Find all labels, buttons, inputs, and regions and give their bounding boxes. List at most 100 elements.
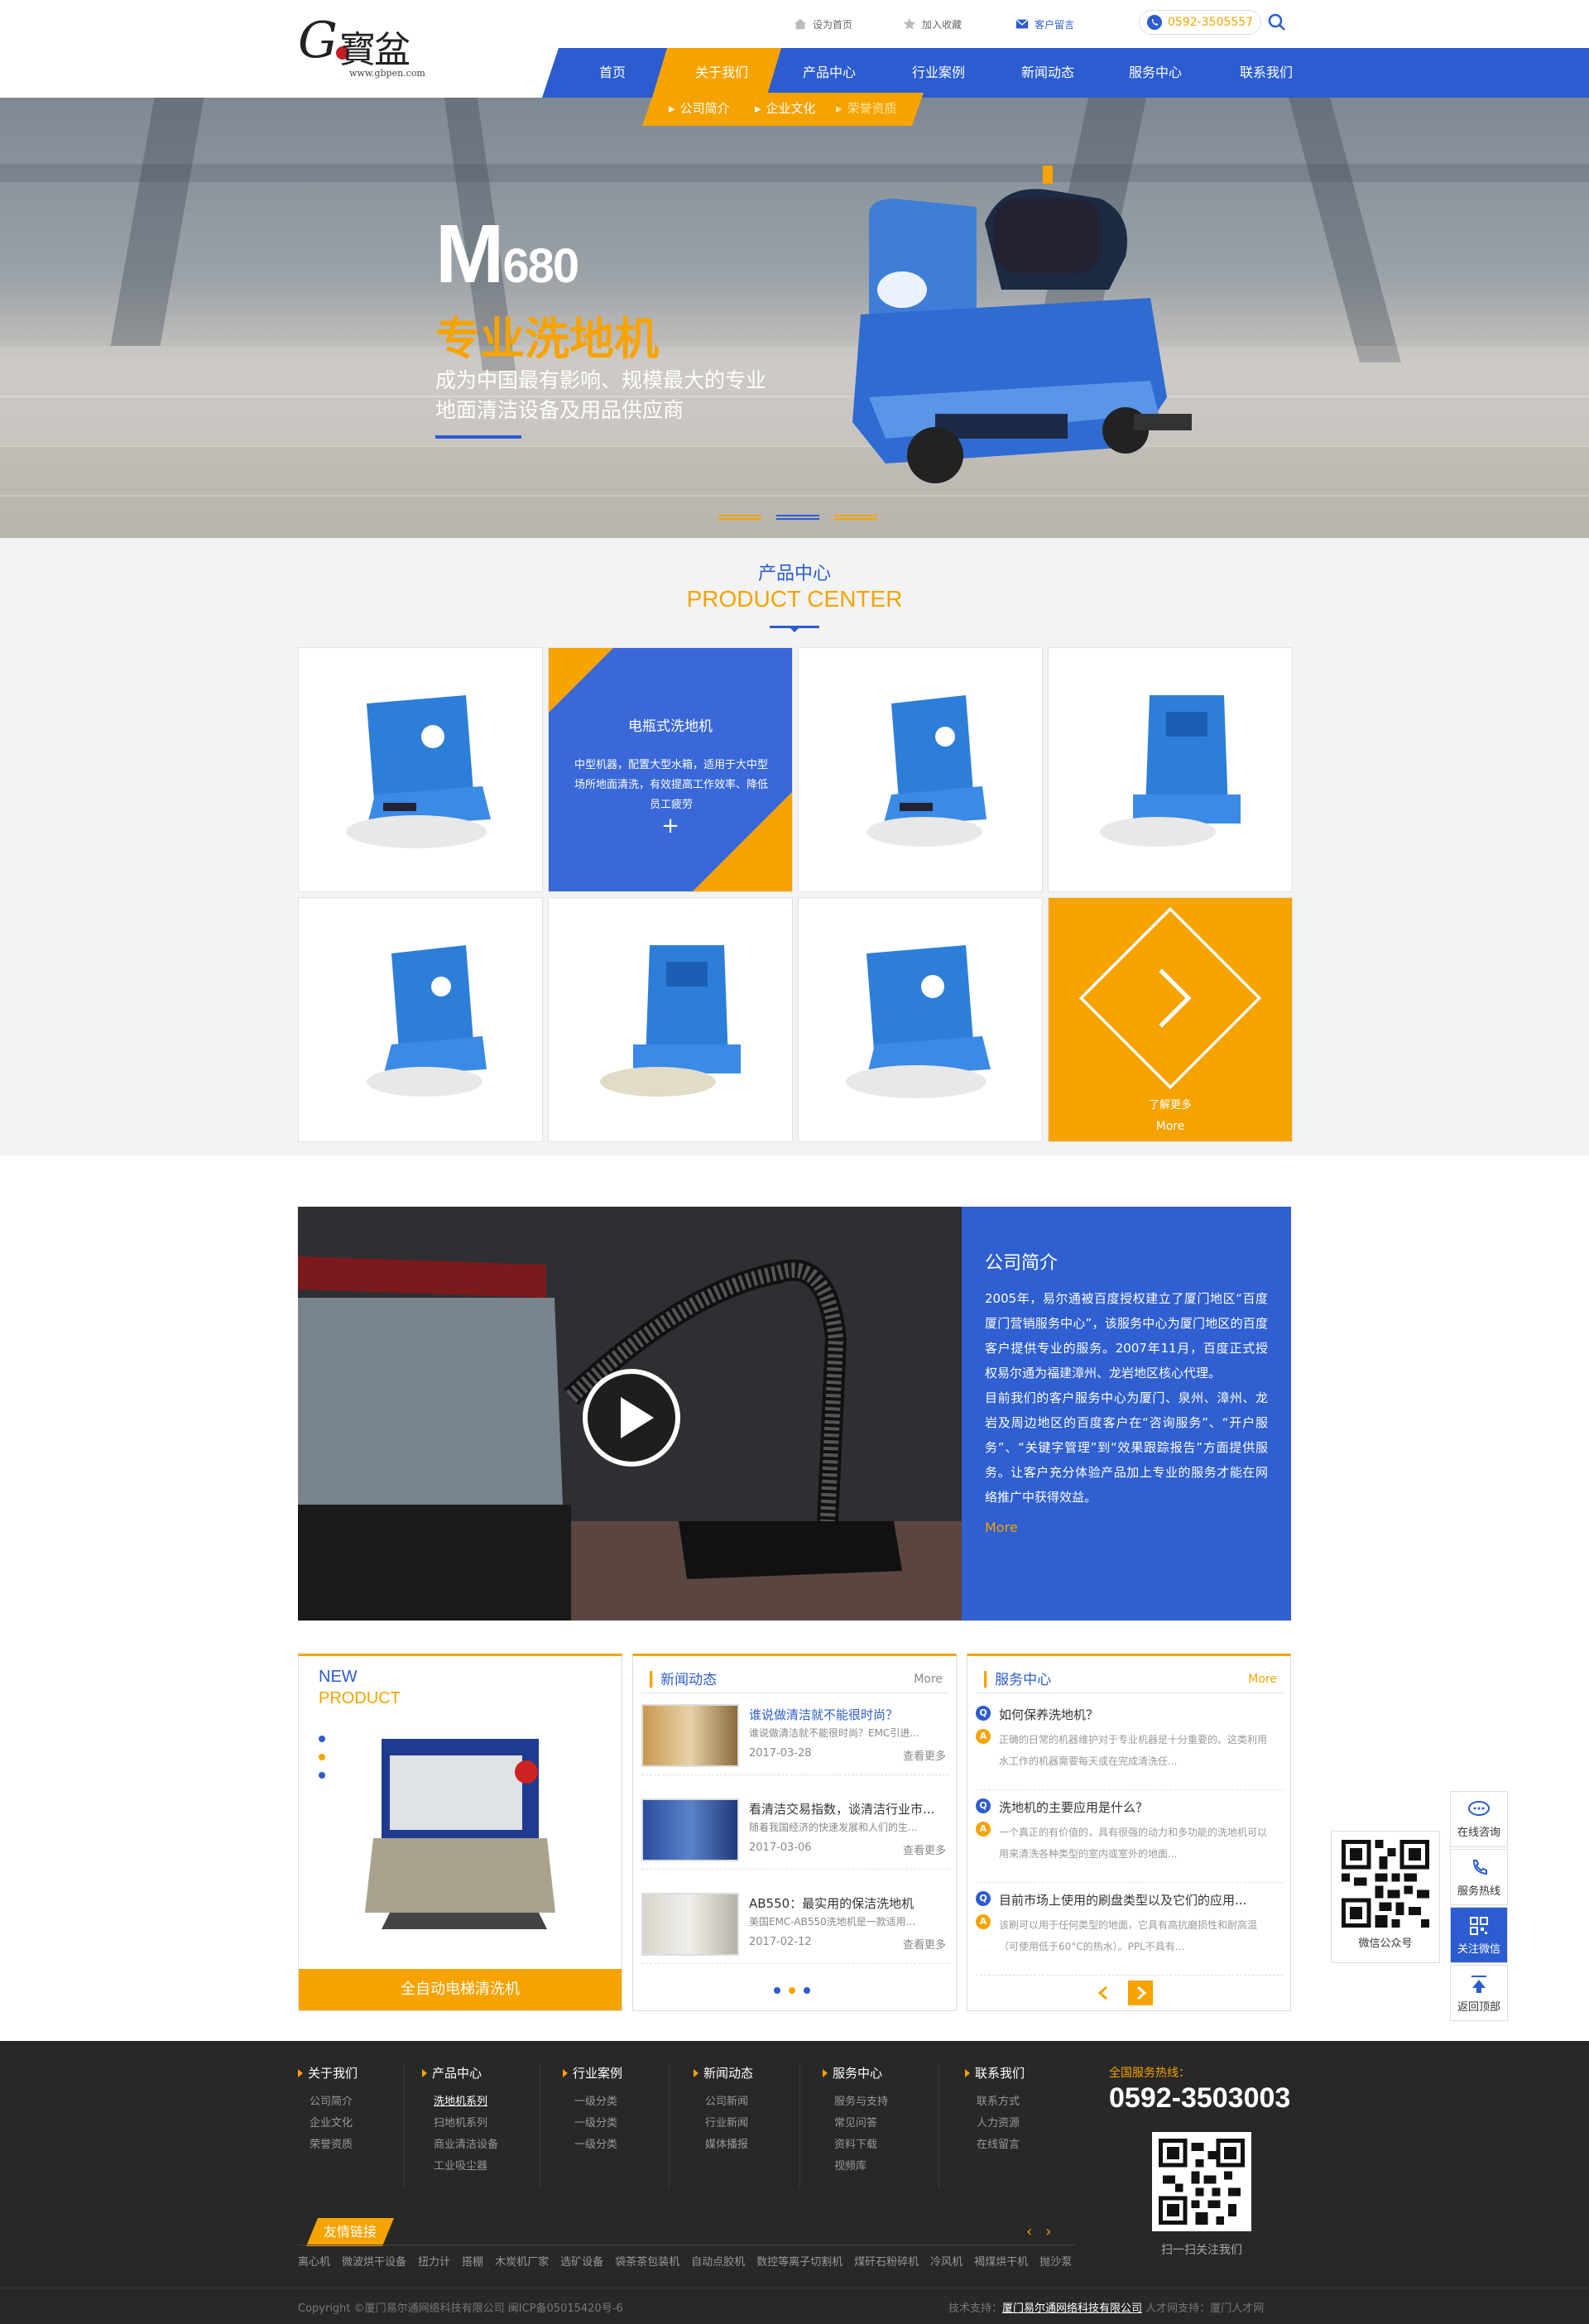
friend-link[interactable]: 冷风机 bbox=[930, 2253, 963, 2269]
hotline-number: 0592-3503003 bbox=[1109, 2082, 1291, 2114]
friend-link[interactable]: 煤矸石粉碎机 bbox=[854, 2253, 919, 2269]
plus-icon[interactable]: + bbox=[549, 814, 792, 838]
scrubber-image bbox=[600, 945, 741, 1097]
news-item[interactable]: AB550：最实用的保洁洗地机 美国EMC-AB550洗地机是一款适用... 2… bbox=[641, 1885, 949, 1964]
nav-service[interactable]: 服务中心 bbox=[1106, 48, 1205, 98]
banner-desc-line2: 地面清洁设备及用品供应商 bbox=[435, 398, 684, 422]
service-title: ▎服务中心 bbox=[984, 1672, 1052, 1688]
friend-link[interactable]: 木炭机厂家 bbox=[495, 2253, 549, 2269]
news-box: ▎新闻动态 More 谁说做清洁就不能很时尚？ 谁说做清洁就不能很时尚？EMC引… bbox=[632, 1654, 957, 2011]
scrubber-image bbox=[346, 695, 491, 848]
set-homepage-link[interactable]: 设为首页 bbox=[793, 17, 852, 31]
wechat-qr-label: 微信公众号 bbox=[1358, 1937, 1413, 1950]
faq-item[interactable]: Q A 目前市场上使用的刷盘类型以及它们的应用... 该刷可以用于任何类型的地面… bbox=[976, 1883, 1284, 1976]
hotline-label: 全国服务热线： bbox=[1109, 2067, 1190, 2080]
slide-dot-1[interactable] bbox=[718, 515, 761, 520]
talent-link[interactable]: 厦门人才网 bbox=[1210, 2302, 1264, 2315]
home-icon bbox=[794, 18, 807, 30]
about-title: 公司简介 bbox=[985, 1253, 1059, 1274]
play-icon[interactable] bbox=[579, 1366, 684, 1470]
product-card-4[interactable] bbox=[298, 897, 543, 1142]
nav-contact[interactable]: 联系我们 bbox=[1217, 48, 1316, 98]
about-video[interactable] bbox=[298, 1207, 962, 1621]
friend-link[interactable]: 数控等离子切割机 bbox=[756, 2253, 843, 2269]
elevator-cleaner-image bbox=[365, 1739, 555, 1929]
friend-link[interactable]: 离心机 bbox=[298, 2253, 330, 2269]
subnav-profile[interactable]: ▸ 公司简介 bbox=[669, 99, 730, 117]
slide-dot[interactable] bbox=[319, 1772, 325, 1779]
q-badge: Q bbox=[976, 1706, 991, 1721]
phone-box[interactable]: 0592-3505557 bbox=[1139, 10, 1261, 35]
product-card-hover[interactable]: 电瓶式洗地机 中型机器，配置大型水箱，适用于大中型场所地面清洗，有效提高工作效率… bbox=[548, 647, 793, 892]
banner-pagination bbox=[718, 515, 877, 520]
nav-about[interactable]: 关于我们 bbox=[672, 48, 771, 98]
back-to-top-button[interactable]: 返回顶部 bbox=[1450, 1965, 1508, 2021]
chevron-left-icon[interactable] bbox=[1092, 1981, 1116, 2005]
product-card-1[interactable] bbox=[298, 647, 543, 892]
chevron-right-icon bbox=[1078, 906, 1262, 1089]
follow-wechat-button[interactable]: 关注微信 bbox=[1450, 1907, 1508, 1963]
a-badge: A bbox=[976, 1822, 991, 1837]
more-card-label: 了解更多 bbox=[1148, 1098, 1192, 1112]
page-dot[interactable] bbox=[804, 1987, 810, 1994]
chevron-right-icon[interactable] bbox=[1128, 1981, 1153, 2005]
more-products-card[interactable]: 了解更多 More bbox=[1048, 897, 1293, 1142]
news-item[interactable]: 看清洁交易指数，谈清洁行业市... 随着我国经济的快速发展和人们的生... 20… bbox=[641, 1790, 949, 1870]
product-card-5[interactable] bbox=[548, 897, 793, 1142]
add-favorite-link[interactable]: 加入收藏 bbox=[902, 17, 962, 31]
friend-link[interactable]: 袋茶茶包装机 bbox=[615, 2253, 679, 2269]
nav-news[interactable]: 新闻动态 bbox=[998, 48, 1097, 98]
news-thumb bbox=[641, 1798, 739, 1861]
banner-model: M680 bbox=[435, 208, 579, 300]
product-card-6[interactable] bbox=[798, 897, 1043, 1142]
mail-icon bbox=[1015, 19, 1029, 29]
nav-cases[interactable]: 行业案例 bbox=[889, 48, 988, 98]
slide-dot[interactable] bbox=[319, 1736, 325, 1742]
about-paragraph-2: 目前我们的客户服务中心为厦门、泉州、漳州、龙岩及周边地区的百度客户在“咨询服务”… bbox=[985, 1390, 1268, 1505]
service-hotline-button[interactable]: 服务热线 bbox=[1450, 1849, 1508, 1905]
footer-qr bbox=[1152, 2132, 1251, 2231]
nav-products[interactable]: 产品中心 bbox=[780, 48, 879, 98]
slide-dot-3[interactable] bbox=[834, 515, 877, 520]
service-more-link[interactable]: More bbox=[1248, 1673, 1277, 1686]
friend-link[interactable]: 微波烘干设备 bbox=[342, 2253, 406, 2269]
subnav-culture[interactable]: ▸ 企业文化 bbox=[755, 99, 816, 117]
nav-home[interactable]: 首页 bbox=[563, 48, 662, 98]
product-card-3[interactable] bbox=[1048, 647, 1293, 892]
product-center-title-en: PRODUCT CENTER bbox=[686, 586, 903, 612]
new-tag: NEW bbox=[319, 1668, 358, 1686]
news-more-link[interactable]: More bbox=[914, 1673, 943, 1686]
about-panel: 公司简介 2005年，易尔通被百度授权建立了厦门地区“百度厦门营销服务中心”，该… bbox=[962, 1207, 1291, 1621]
chevron-left-icon[interactable]: ‹ bbox=[1026, 2223, 1032, 2240]
a-badge: A bbox=[976, 1729, 991, 1744]
tech-support-link[interactable]: 厦门易尔通网络科技有限公司 bbox=[1002, 2302, 1142, 2315]
title-arrow-icon bbox=[788, 626, 801, 632]
logo[interactable]: G 寳盆 www.gbpen.com bbox=[298, 12, 425, 83]
faq-item[interactable]: Q A 洗地机的主要应用是什么？ 一个真正的有价值的，具有很强的动力和多功能的洗… bbox=[976, 1790, 1284, 1883]
slide-dot[interactable] bbox=[319, 1754, 325, 1760]
page-dot[interactable] bbox=[774, 1987, 780, 1994]
friend-links: 离心机 微波烘干设备 扭力计 搭棚 木炭机厂家 选矿设备 袋茶茶包装机 自动点胶… bbox=[298, 2253, 1072, 2269]
subnav-honors[interactable]: ▸ 荣誉资质 bbox=[836, 99, 897, 117]
news-title: ▎新闻动态 bbox=[650, 1672, 718, 1688]
product-card-2[interactable] bbox=[798, 647, 1043, 892]
friend-link[interactable]: 搭棚 bbox=[462, 2253, 483, 2269]
page-dot[interactable] bbox=[789, 1987, 795, 1994]
new-product-caption[interactable]: 全自动电梯清洗机 bbox=[299, 1969, 622, 2010]
news-item[interactable]: 谁说做清洁就不能很时尚？ 谁说做清洁就不能很时尚？EMC引进... 2017-0… bbox=[641, 1696, 949, 1775]
slide-dot-2[interactable] bbox=[776, 515, 819, 520]
arrow-up-icon bbox=[1471, 1975, 1486, 1993]
friend-link[interactable]: 抛沙泵 bbox=[1039, 2253, 1072, 2269]
search-icon[interactable] bbox=[1266, 12, 1288, 33]
q-badge: Q bbox=[976, 1798, 991, 1813]
friend-link[interactable]: 扭力计 bbox=[418, 2253, 450, 2269]
friend-link[interactable]: 褐煤烘干机 bbox=[974, 2253, 1028, 2269]
friend-link[interactable]: 自动点胶机 bbox=[691, 2253, 745, 2269]
faq-item[interactable]: Q A 如何保养洗地机？ 正确的日常的机器维护对于专业机器是十分重要的。这类利用… bbox=[976, 1697, 1284, 1790]
friend-link[interactable]: 选矿设备 bbox=[560, 2253, 603, 2269]
online-consult-button[interactable]: 在线咨询 bbox=[1450, 1791, 1508, 1847]
about-more-link[interactable]: More bbox=[985, 1520, 1268, 1535]
message-link[interactable]: 客户留言 bbox=[1015, 17, 1074, 31]
more-card-label-en: More bbox=[1155, 1119, 1185, 1133]
chevron-right-icon[interactable]: › bbox=[1045, 2223, 1051, 2240]
